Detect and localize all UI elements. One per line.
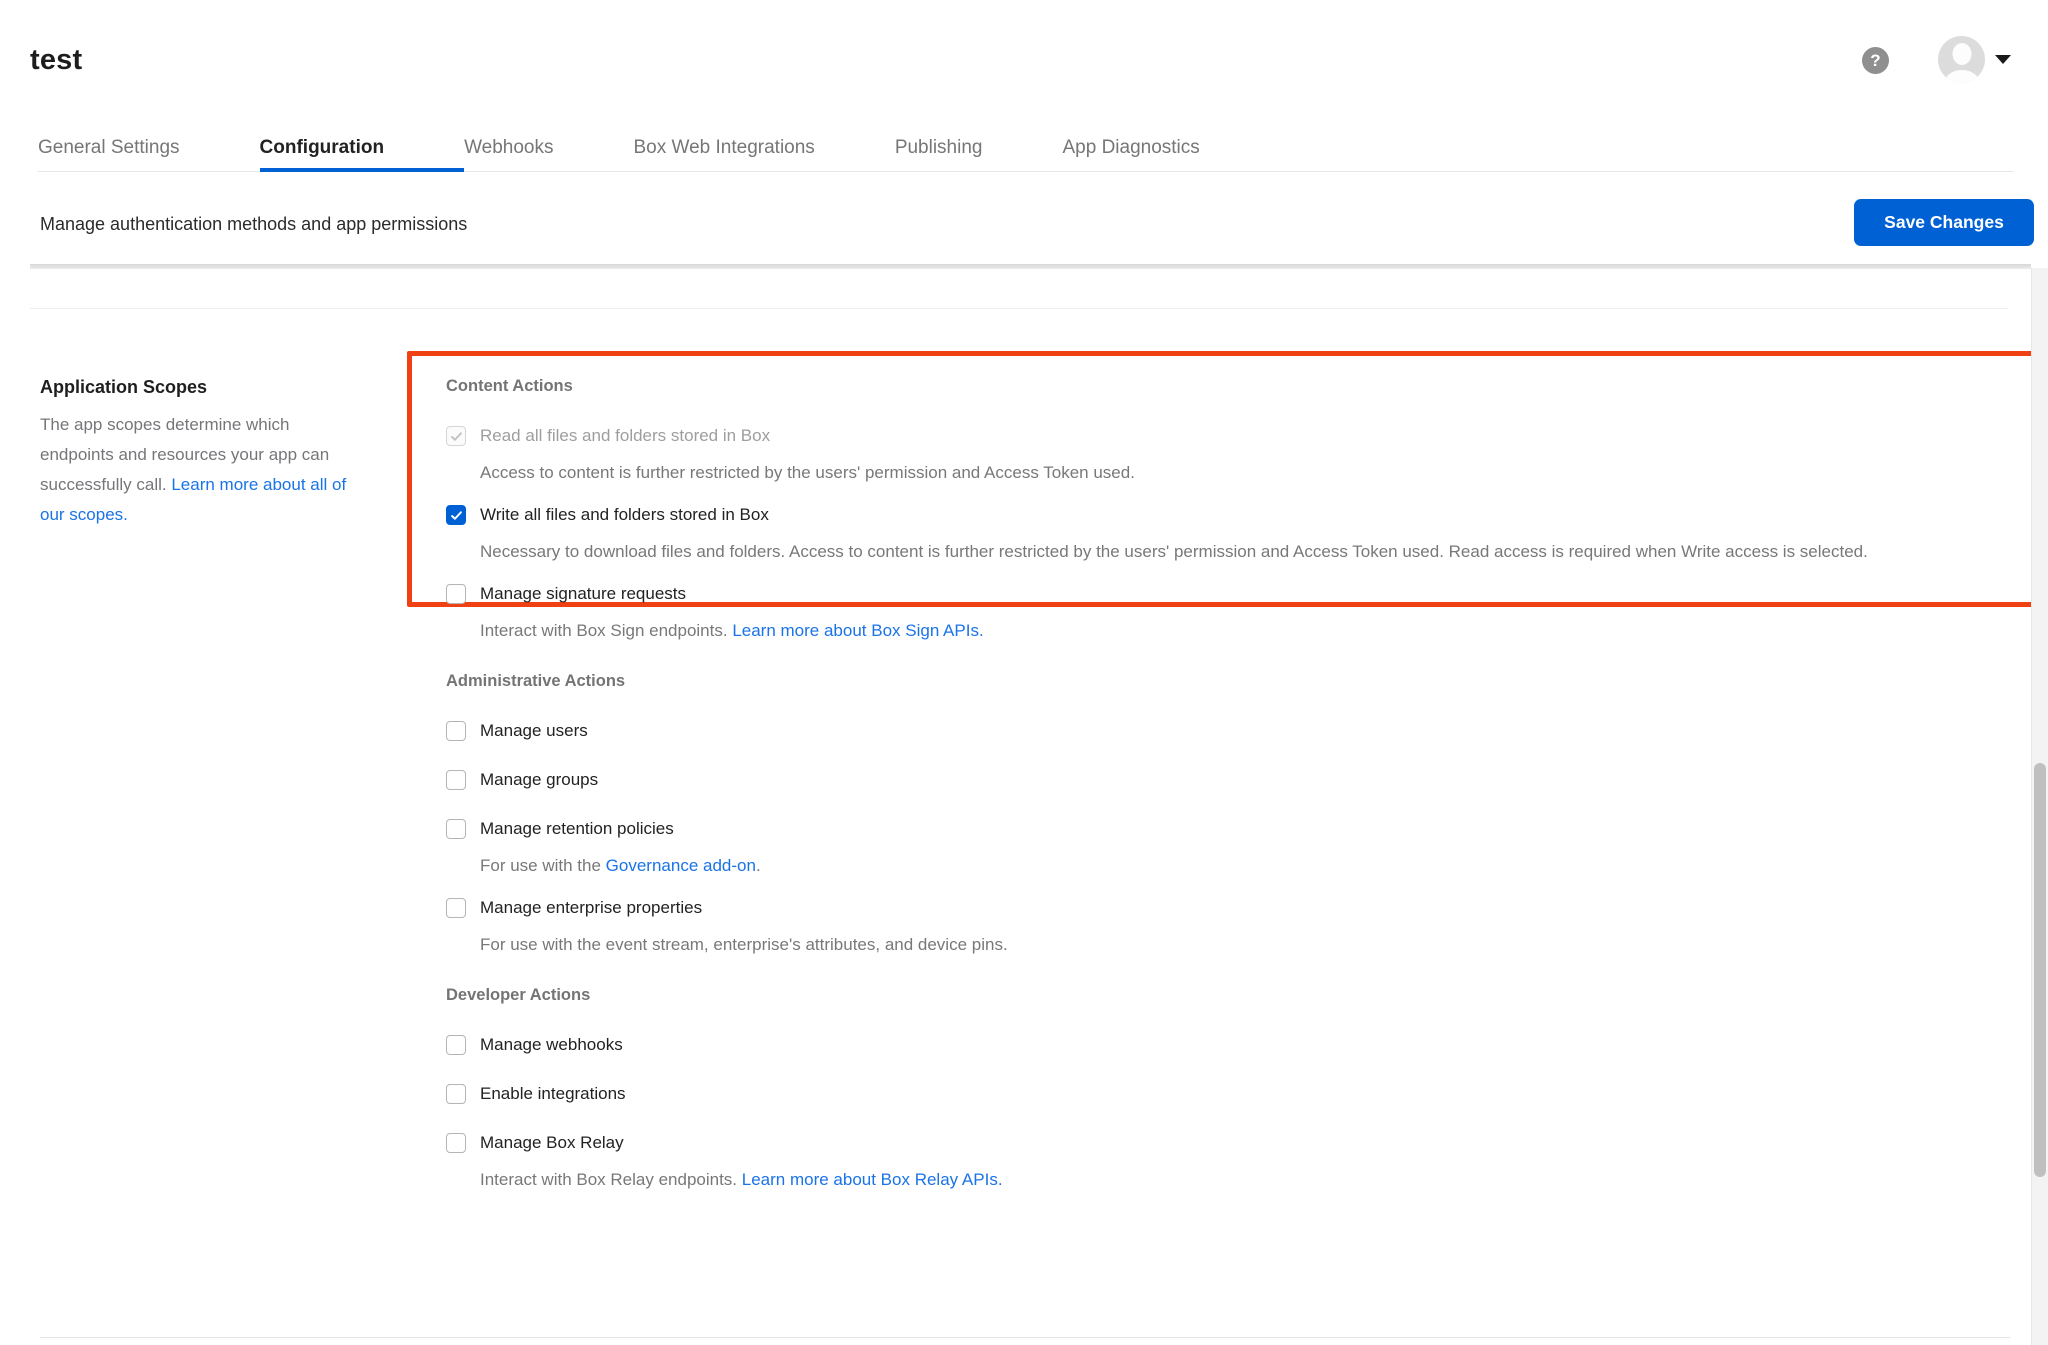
scope-item: Enable integrations <box>446 1084 2008 1104</box>
scope-description: Necessary to download files and folders.… <box>480 537 2000 567</box>
scope-description: Interact with Box Sign endpoints. Learn … <box>480 616 2000 646</box>
scope-label: Manage groups <box>480 770 598 790</box>
help-button[interactable]: ? <box>1862 47 1889 74</box>
scope-label: Manage enterprise properties <box>480 898 702 918</box>
scope-label: Manage users <box>480 721 588 741</box>
scope-label: Read all files and folders stored in Box <box>480 426 770 446</box>
checkbox-manage-users[interactable] <box>446 721 466 741</box>
scope-item: Manage retention policies For use with th… <box>446 819 2008 881</box>
checkbox-manage-groups[interactable] <box>446 770 466 790</box>
divider <box>30 308 2008 309</box>
scope-description-text: Interact with Box Relay endpoints. <box>480 1170 742 1189</box>
tab-configuration[interactable]: Configuration <box>260 136 465 171</box>
section-title-developer-actions: Developer Actions <box>446 986 2008 1005</box>
scope-label: Manage webhooks <box>480 1035 623 1055</box>
scope-item: Manage users <box>446 721 2008 741</box>
subheader-text: Manage authentication methods and app pe… <box>40 214 467 235</box>
avatar-body-shape <box>1945 70 1979 83</box>
tab-general-settings[interactable]: General Settings <box>38 136 260 171</box>
scope-label: Manage signature requests <box>480 584 686 604</box>
scope-label: Manage retention policies <box>480 819 674 839</box>
section-title-administrative-actions: Administrative Actions <box>446 672 2008 691</box>
account-menu-button[interactable] <box>1938 36 2011 83</box>
checkbox-enable-integrations[interactable] <box>446 1084 466 1104</box>
box-dev-console-config-page: test ? General SettingsConfigurationWebh… <box>0 0 2048 1345</box>
tab-app-diagnostics[interactable]: App Diagnostics <box>1062 136 1199 171</box>
scopes-panel: Content Actions Read all files and folder… <box>446 377 2008 1195</box>
divider <box>40 1337 2010 1338</box>
scope-description: For use with the Governance add-on. <box>480 851 2000 881</box>
scope-description-text: For use with the event stream, enterpris… <box>480 935 1008 954</box>
link-learn-more-about-box-sign-apis[interactable]: Learn more about Box Sign APIs. <box>732 621 983 640</box>
scope-description-text: Access to content is further restricted … <box>480 463 1135 482</box>
scope-item: Read all files and folders stored in Box… <box>446 426 2008 488</box>
checkbox-manage-retention-policies[interactable] <box>446 819 466 839</box>
scrollbar-track[interactable] <box>2031 268 2048 1345</box>
save-changes-button[interactable]: Save Changes <box>1854 199 2034 246</box>
link-governance-add-on[interactable]: Governance add-on <box>606 856 756 875</box>
tab-publishing[interactable]: Publishing <box>895 136 1063 171</box>
scope-description: For use with the event stream, enterpris… <box>480 930 2000 960</box>
scope-item: Manage groups <box>446 770 2008 790</box>
application-scopes-sidebar: Application Scopes The app scopes determ… <box>40 377 362 530</box>
scope-description-text: Interact with Box Sign endpoints. <box>480 621 732 640</box>
checkbox-manage-enterprise-properties[interactable] <box>446 898 466 918</box>
checkbox-read-all-files-and-folders-stored-in-box <box>446 426 466 446</box>
checkbox-write-all-files-and-folders-stored-in-box[interactable] <box>446 505 466 525</box>
page-title: test <box>30 44 82 77</box>
scope-item: Manage webhooks <box>446 1035 2008 1055</box>
checkbox-manage-webhooks[interactable] <box>446 1035 466 1055</box>
scope-label: Enable integrations <box>480 1084 626 1104</box>
checkbox-manage-box-relay[interactable] <box>446 1133 466 1153</box>
divider <box>30 264 2031 269</box>
tab-box-web-integrations[interactable]: Box Web Integrations <box>634 136 895 171</box>
tab-webhooks[interactable]: Webhooks <box>464 136 633 171</box>
scope-description-text: For use with the <box>480 856 606 875</box>
avatar <box>1938 36 1985 83</box>
scope-label: Write all files and folders stored in Bo… <box>480 505 769 525</box>
scope-description: Interact with Box Relay endpoints. Learn… <box>480 1165 2000 1195</box>
scope-description: Access to content is further restricted … <box>480 458 2000 488</box>
scope-item: Manage Box Relay Interact with Box Relay … <box>446 1133 2008 1195</box>
scope-description-text: . <box>756 856 761 875</box>
scope-description-text: Necessary to download files and folders.… <box>480 542 1868 561</box>
scope-item: Manage signature requests Interact with B… <box>446 584 2008 646</box>
checkbox-manage-signature-requests[interactable] <box>446 584 466 604</box>
scope-label: Manage Box Relay <box>480 1133 624 1153</box>
section-title-content-actions: Content Actions <box>446 377 2008 396</box>
question-mark-icon: ? <box>1870 51 1880 71</box>
link-learn-more-about-box-relay-apis[interactable]: Learn more about Box Relay APIs. <box>742 1170 1003 1189</box>
scope-item: Manage enterprise properties For use with… <box>446 898 2008 960</box>
chevron-down-icon <box>1995 55 2011 64</box>
application-scopes-heading: Application Scopes <box>40 377 362 398</box>
application-scopes-description: The app scopes determine which endpoints… <box>40 410 362 530</box>
scope-item: Write all files and folders stored in Bo… <box>446 505 2008 567</box>
avatar-head-shape <box>1952 43 1971 65</box>
scrollbar-thumb[interactable] <box>2034 763 2046 1177</box>
tab-bar: General SettingsConfigurationWebhooksBox… <box>38 136 2014 172</box>
